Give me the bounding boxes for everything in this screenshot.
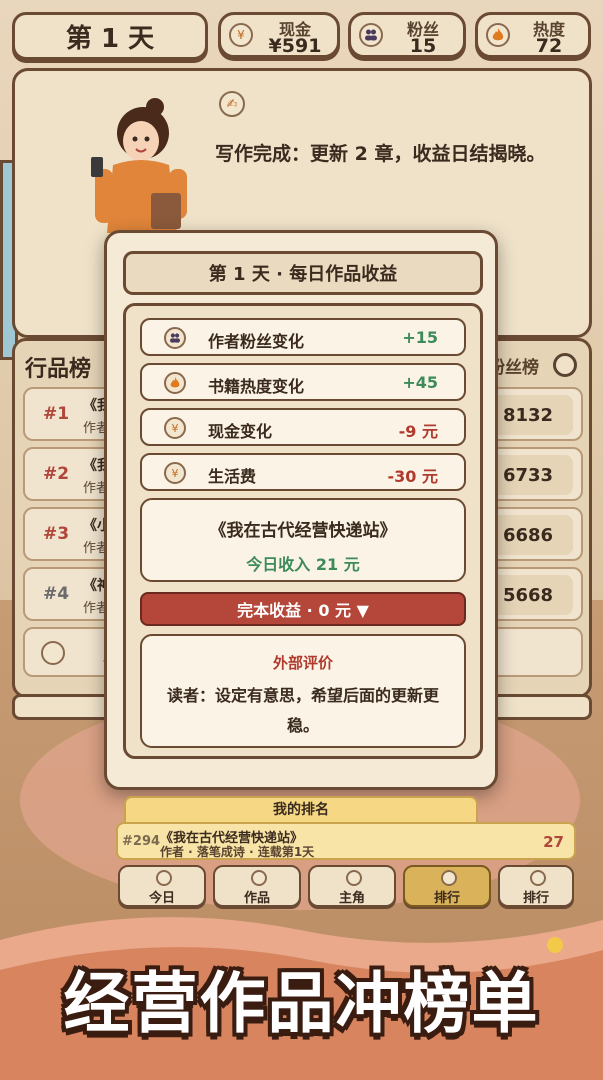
- coin-icon: ¥: [164, 417, 186, 439]
- story-message: 写作完成：更新 2 章，收益日结揭晓。: [215, 143, 546, 165]
- person-icon: [346, 870, 362, 886]
- my-rank-score: 27: [543, 833, 564, 851]
- day-counter: 第 1 天: [12, 12, 208, 60]
- change-label: 现金变化: [208, 422, 273, 441]
- fans-value: 15: [409, 35, 437, 57]
- fans-stat: 粉丝 15: [348, 12, 466, 58]
- book-income: 今日收入 21 元: [246, 555, 360, 574]
- rank-number: #1: [43, 404, 70, 424]
- flame-icon: [486, 23, 510, 47]
- review-body: 读者：设定有意思，希望后面的更新更稳。: [166, 686, 439, 735]
- change-label: 作者粉丝变化: [208, 332, 305, 351]
- people-icon: [359, 23, 383, 47]
- modal-title: 第 1 天 · 每日作品收益: [123, 251, 483, 295]
- ranking-title: 行品榜: [25, 357, 92, 382]
- rank-number: #3: [43, 524, 70, 544]
- cash-stat: ¥ 现金 ¥591: [218, 12, 340, 58]
- ranking-toggle[interactable]: [553, 353, 577, 377]
- book-icon: [251, 870, 267, 886]
- status-bar: 第 1 天 ¥ 现金 ¥591 粉丝 15 热度 72: [0, 0, 603, 62]
- flame-icon: [164, 372, 186, 394]
- external-review-card: 外部评价 读者：设定有意思，希望后面的更新更稳。: [140, 634, 466, 748]
- finish-income-button[interactable]: 完本收益 · 0 元 ▼: [140, 592, 466, 626]
- rank-number: #2: [43, 464, 70, 484]
- people-icon: [164, 327, 186, 349]
- my-rank-number: #294: [122, 834, 161, 849]
- review-heading: 外部评价: [272, 654, 333, 672]
- cash-value: ¥591: [268, 35, 322, 57]
- book-income-card: 《我在古代经营快递站》 今日收入 21 元: [140, 498, 466, 582]
- cash-change-row: ¥ 现金变化 -9 元: [140, 408, 466, 446]
- change-value: +45: [402, 373, 438, 392]
- calendar-icon: [156, 870, 172, 886]
- change-label: 书籍热度变化: [208, 377, 305, 396]
- trophy-icon: [530, 870, 546, 886]
- my-ranking-heading: 我的排名: [124, 796, 478, 824]
- coin-icon: ¥: [164, 462, 186, 484]
- heat-stat: 热度 72: [475, 12, 591, 58]
- change-value: -9 元: [398, 422, 438, 441]
- rank-number: #4: [43, 584, 70, 604]
- change-value: +15: [402, 328, 438, 347]
- my-book-subtitle: 作者 · 落笔成诗 · 连载第1天: [160, 845, 315, 859]
- coin-icon: ¥: [229, 23, 253, 47]
- writing-hand-icon: ✍: [219, 91, 245, 117]
- promo-slogan: 经营作品冲榜单: [63, 965, 540, 1042]
- change-label: 生活费: [208, 467, 257, 486]
- heat-change-row: 书籍热度变化 +45: [140, 363, 466, 401]
- heat-value: 72: [535, 35, 563, 57]
- living-cost-row: ¥ 生活费 -30 元: [140, 453, 466, 491]
- hand-icon: [41, 641, 65, 665]
- book-title: 《我在古代经营快递站》: [209, 521, 397, 541]
- my-ranking-row[interactable]: #294 《我在古代经营快递站》 作者 · 落笔成诗 · 连载第1天 27: [116, 822, 576, 860]
- change-value: -30 元: [387, 467, 438, 486]
- trophy-icon: [441, 870, 457, 886]
- daily-income-modal: 第 1 天 · 每日作品收益 作者粉丝变化 +15 书籍热度变化 +45 ¥ 现…: [104, 230, 498, 790]
- income-details: 作者粉丝变化 +15 书籍热度变化 +45 ¥ 现金变化 -9 元 ¥ 生活费 …: [123, 303, 483, 759]
- fans-change-row: 作者粉丝变化 +15: [140, 318, 466, 356]
